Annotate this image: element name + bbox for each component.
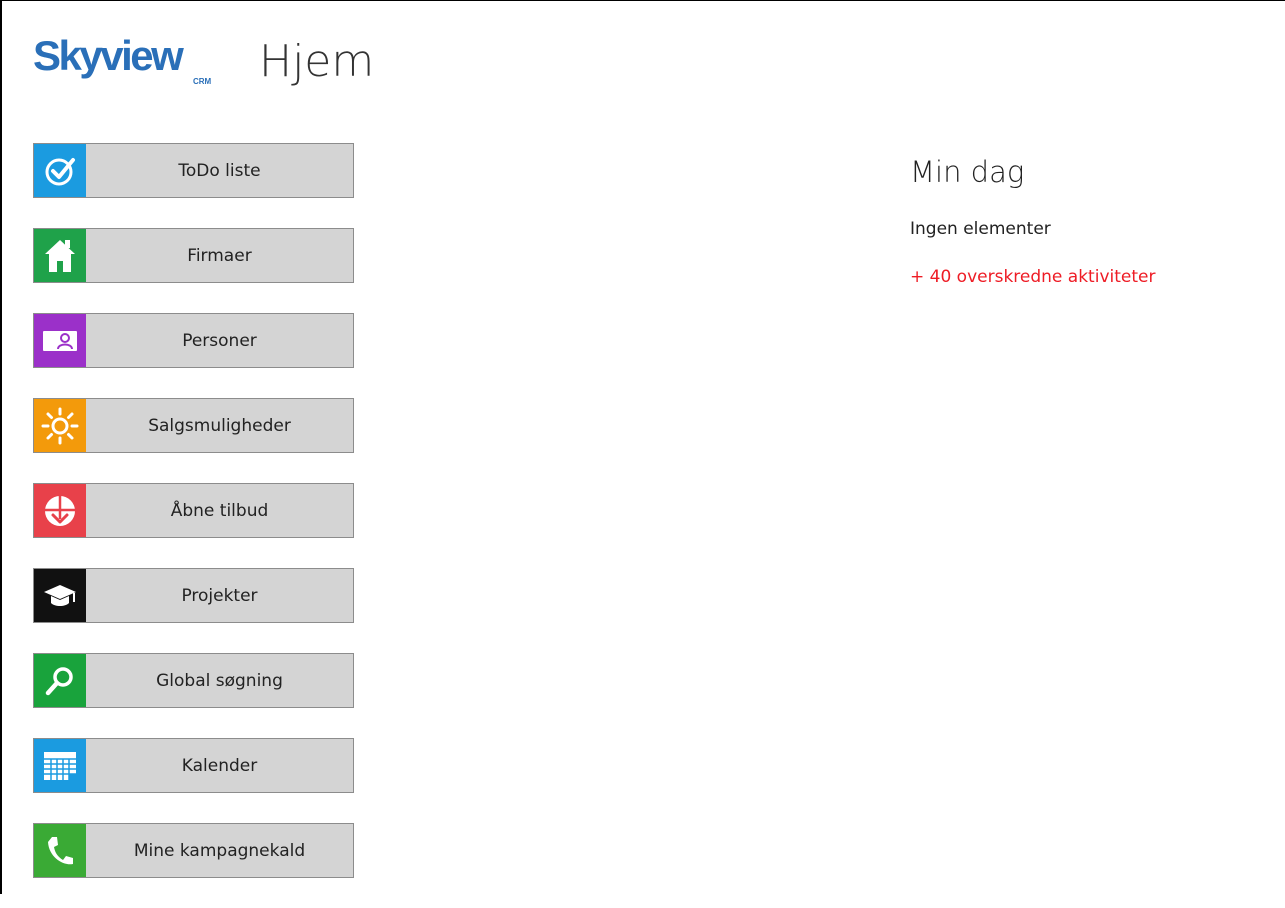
nav-projekter-label: Projekter xyxy=(181,585,258,606)
logo-text: Skyview xyxy=(33,32,184,79)
nav-projekter-button[interactable]: Projekter xyxy=(33,568,354,623)
header: Skyview CRM Hjem xyxy=(33,30,374,100)
nav-mine-kampagnekald-label: Mine kampagnekald xyxy=(133,840,306,861)
calendar-icon xyxy=(34,739,86,792)
nav-kalender-button[interactable]: Kalender xyxy=(33,738,354,793)
house-icon xyxy=(34,229,86,282)
logo-sub-text: CRM xyxy=(193,77,212,86)
nav-salgsmuligheder-label: Salgsmuligheder xyxy=(148,415,291,436)
search-icon xyxy=(34,654,86,707)
nav-personer-button[interactable]: Personer xyxy=(33,313,354,368)
graduation-cap-icon xyxy=(34,569,86,622)
main-nav: ToDo liste Firmaer Personer Salgsmulighe… xyxy=(33,143,354,908)
nav-mine-kampagnekald-button[interactable]: Mine kampagnekald xyxy=(33,823,354,878)
contact-card-icon xyxy=(34,314,86,367)
overdue-activities-link[interactable]: + 40 overskredne aktiviteter xyxy=(910,266,1155,288)
min-dag-empty-text: Ingen elementer xyxy=(910,219,1051,239)
min-dag-panel: Min dag Ingen elementer + 40 overskredne… xyxy=(910,150,1270,288)
nav-firmaer-button[interactable]: Firmaer xyxy=(33,228,354,283)
nav-todo-label: ToDo liste xyxy=(178,160,261,181)
nav-firmaer-label: Firmaer xyxy=(187,245,252,266)
skyview-logo[interactable]: Skyview CRM xyxy=(33,30,233,90)
nav-abne-tilbud-button[interactable]: Åbne tilbud xyxy=(33,483,354,538)
nav-abne-tilbud-label: Åbne tilbud xyxy=(170,500,269,521)
min-dag-title: Min dag xyxy=(910,155,1025,189)
nav-salgsmuligheder-button[interactable]: Salgsmuligheder xyxy=(33,398,354,453)
nav-todo-button[interactable]: ToDo liste xyxy=(33,143,354,198)
sun-icon xyxy=(34,399,86,452)
page-title: Hjem xyxy=(259,36,375,87)
offer-icon xyxy=(34,484,86,537)
nav-personer-label: Personer xyxy=(182,330,257,351)
check-icon xyxy=(34,144,86,197)
nav-kalender-label: Kalender xyxy=(181,755,258,776)
phone-icon xyxy=(34,824,86,877)
nav-global-sogning-button[interactable]: Global søgning xyxy=(33,653,354,708)
nav-global-sogning-label: Global søgning xyxy=(156,670,283,691)
